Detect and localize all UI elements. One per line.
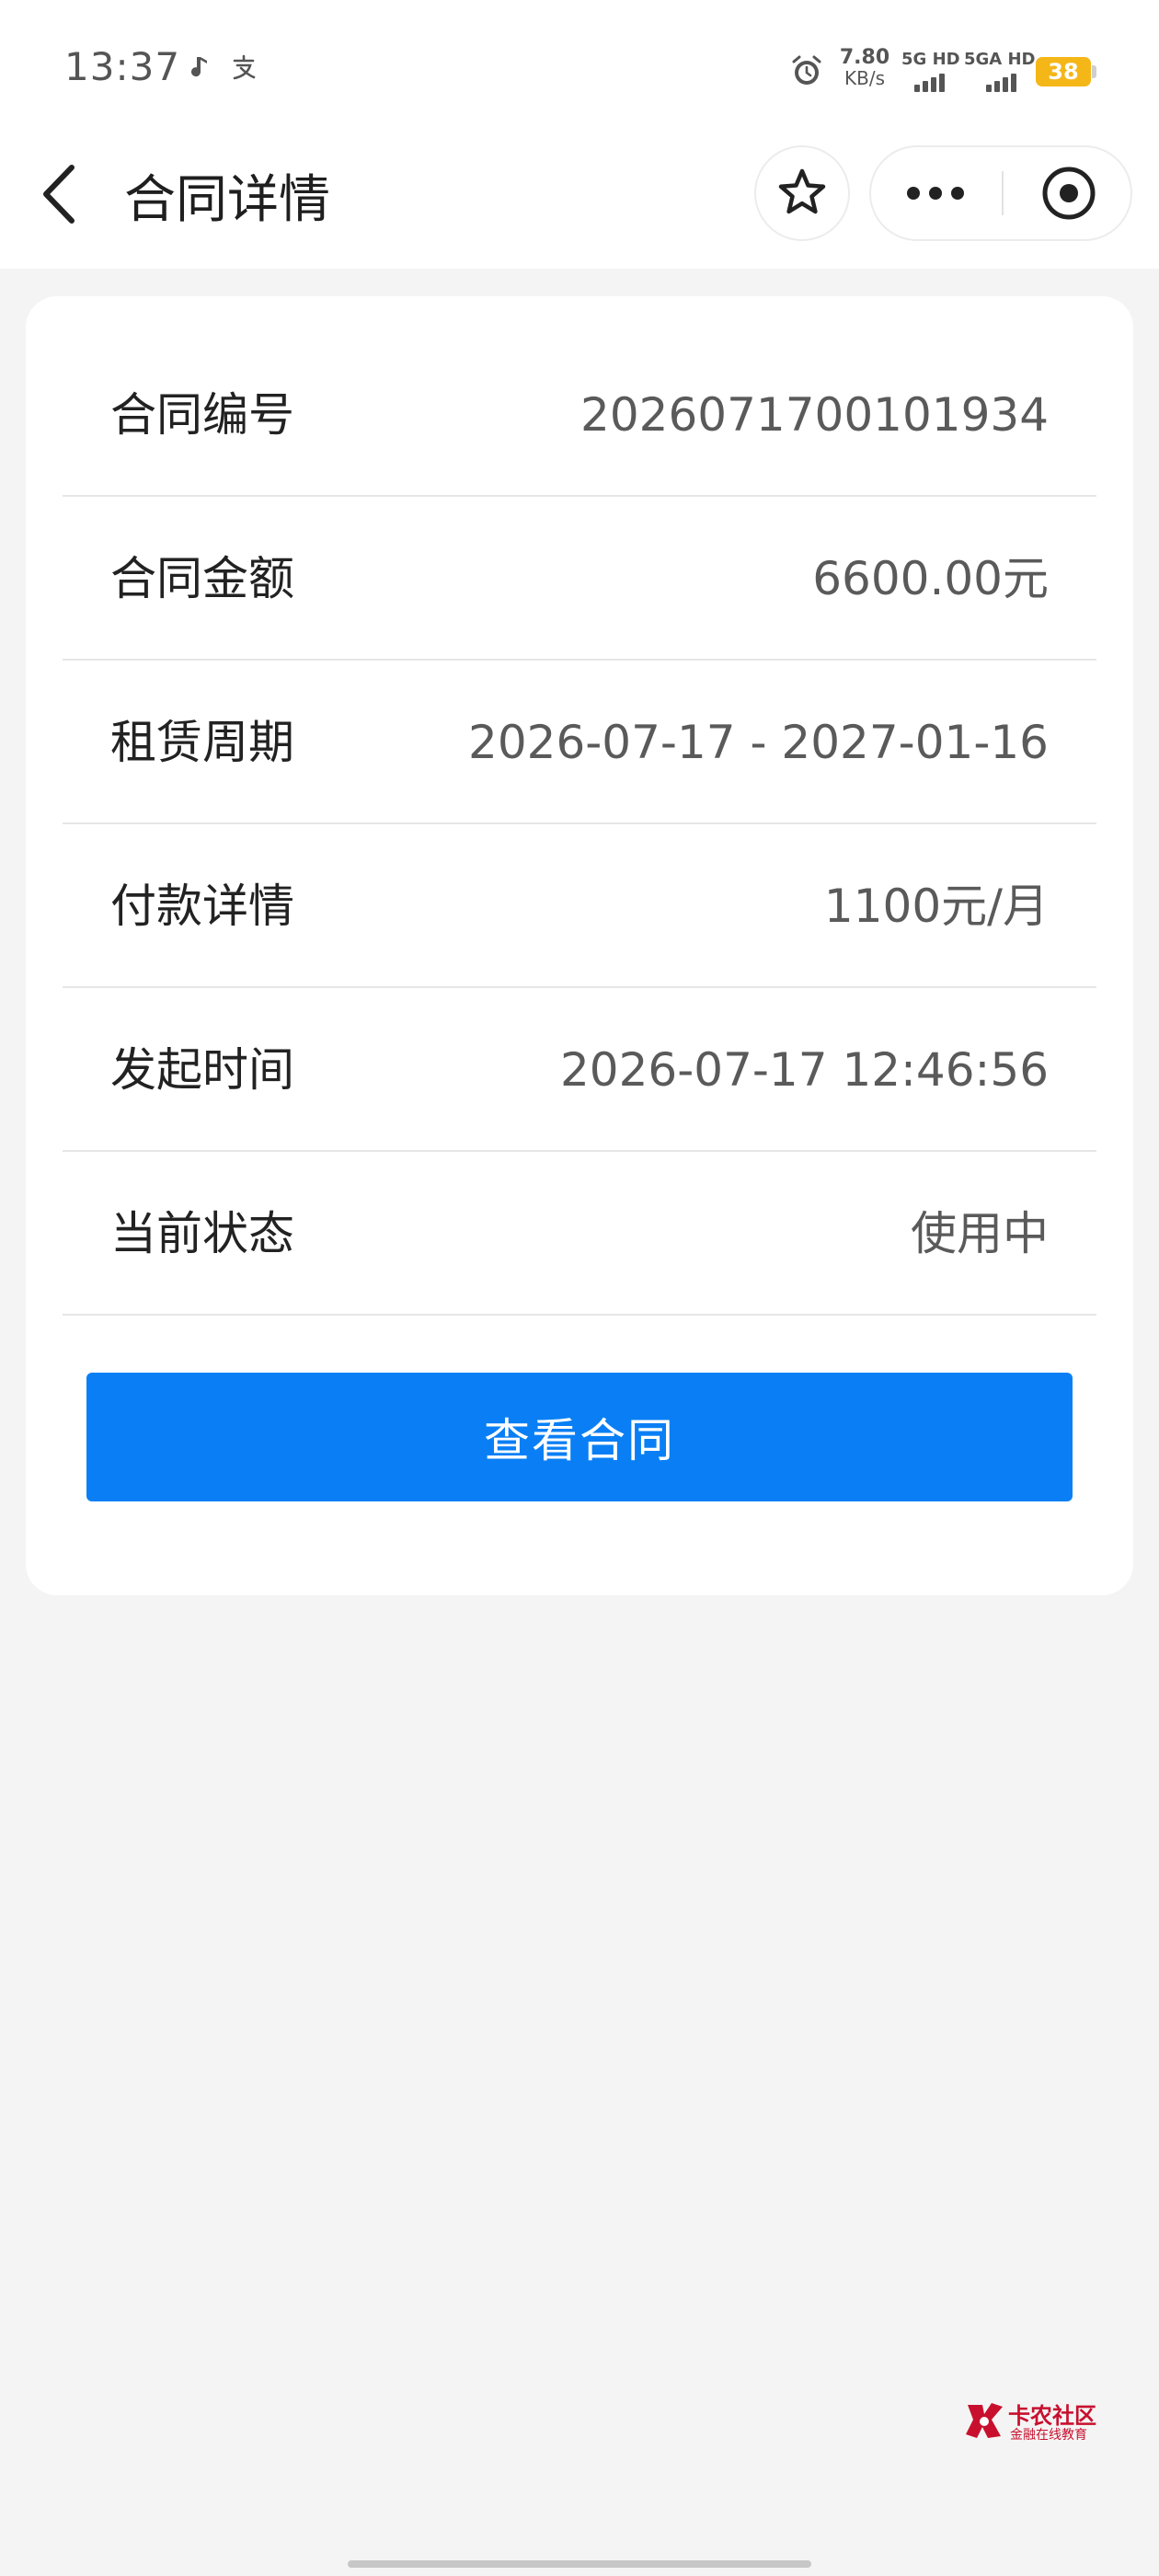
current-status-label: 当前状态 [110, 1207, 294, 1260]
status-time: 13:37 [64, 44, 181, 89]
status-bar: 13:37 7.80 KB/s 5G HD 5GA HD 38 [0, 0, 1159, 138]
sim1-signal-icon [914, 74, 945, 92]
contract-amount-value: 6600.00元 [812, 552, 1049, 605]
sim1-label: 5G HD [901, 50, 960, 69]
music-note-icon [191, 57, 207, 77]
initiated-time-label: 发起时间 [110, 1043, 294, 1097]
header-area: 13:37 7.80 KB/s 5G HD 5GA HD 38 合同详情 [0, 0, 1159, 269]
alarm-icon [792, 55, 821, 85]
page-title: 合同详情 [124, 170, 330, 230]
speed-value: 7.80 [839, 46, 890, 69]
contract-number-label: 合同编号 [110, 388, 294, 442]
back-icon [43, 165, 75, 224]
speed-unit: KB/s [844, 67, 885, 89]
view-contract-button[interactable]: 查看合同 [86, 1373, 1073, 1501]
initiated-time-row: 发起时间 2026-07-17 12:46:56 [63, 990, 1096, 1152]
battery-tip [1092, 65, 1096, 78]
watermark-subtitle: 金融在线教育 [1010, 2428, 1087, 2443]
target-icon [1042, 167, 1096, 220]
kanong-logo-icon [966, 2403, 1003, 2438]
payment-details-label: 付款详情 [110, 880, 294, 933]
sim2-signal-icon [986, 74, 1016, 92]
watermark: 卡农社区 金融在线教育 [964, 2396, 1111, 2451]
current-status-value: 使用中 [911, 1207, 1049, 1260]
lease-period-value: 2026-07-17 - 2027-01-16 [468, 716, 1049, 769]
more-button[interactable] [871, 147, 1000, 239]
favorite-button[interactable] [754, 145, 850, 241]
battery-level: 38 [1048, 59, 1079, 85]
payment-details-value: 1100元/月 [823, 880, 1049, 933]
close-mini-program-button[interactable] [1005, 147, 1132, 239]
capsule-divider [1002, 171, 1004, 215]
contract-number-row: 合同编号 2026071700101934 [63, 335, 1096, 497]
alipay-icon [233, 54, 256, 80]
network-speed: 7.80 KB/s [837, 46, 892, 89]
back-button[interactable] [28, 153, 92, 236]
sim2-label: 5GA HD [964, 50, 1036, 69]
mini-program-capsule [869, 145, 1132, 241]
more-icon [902, 187, 969, 200]
lease-period-row: 租赁周期 2026-07-17 - 2027-01-16 [63, 662, 1096, 824]
star-icon [778, 168, 826, 214]
current-status-row: 当前状态 使用中 [63, 1154, 1096, 1316]
contract-detail-card: 合同编号 2026071700101934 合同金额 6600.00元 租赁周期… [26, 296, 1133, 1595]
initiated-time-value: 2026-07-17 12:46:56 [559, 1043, 1049, 1097]
lease-period-label: 租赁周期 [110, 716, 294, 769]
contract-amount-row: 合同金额 6600.00元 [63, 499, 1096, 661]
contract-number-value: 2026071700101934 [580, 388, 1049, 442]
battery-icon: 38 [1036, 57, 1091, 86]
home-indicator[interactable] [348, 2560, 811, 2568]
payment-details-row: 付款详情 1100元/月 [63, 826, 1096, 988]
contract-amount-label: 合同金额 [110, 552, 294, 605]
